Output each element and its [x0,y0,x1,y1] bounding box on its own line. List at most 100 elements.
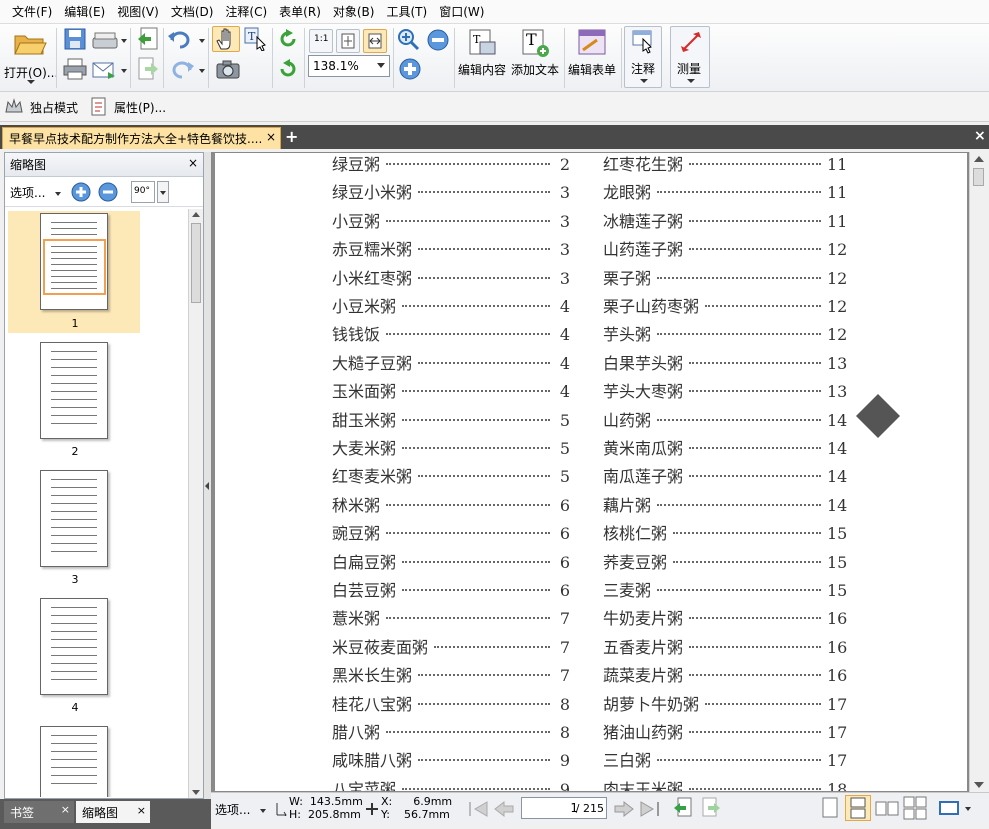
next-page-icon[interactable] [613,799,635,819]
actual-size-button[interactable]: 1:1 [309,29,333,53]
toc-entry: 白扁豆粥 6 [332,549,570,572]
bookmarks-tab[interactable]: 书签 × [4,801,74,823]
rotate-counterclockwise-icon[interactable] [276,57,300,81]
thumbnail-page[interactable] [40,470,108,567]
enlarge-thumbnail-icon[interactable] [71,182,91,202]
menu-tools[interactable]: 工具(T) [380,1,433,22]
snapshot-icon[interactable] [216,59,240,79]
scroll-up-icon[interactable] [974,156,984,162]
open-button[interactable]: 打开(O)... [4,28,58,86]
toc-entry-page: 12 [827,240,848,260]
screen-view-icon[interactable] [939,800,961,818]
zoom-out-icon[interactable] [427,29,449,51]
select-text-icon[interactable]: T [244,27,268,51]
chevron-down-icon[interactable] [199,69,205,73]
add-text-button[interactable]: T 添加文本 [509,26,561,86]
menu-view[interactable]: 视图(V) [111,1,165,22]
chevron-down-icon[interactable] [121,69,127,73]
properties-icon [91,97,106,116]
edit-form-button[interactable]: 编辑表单 [566,26,620,86]
import-icon[interactable] [137,27,159,51]
menu-file[interactable]: 文件(F) [6,1,58,22]
new-tab-icon[interactable]: + [285,127,298,146]
menu-window[interactable]: 窗口(W) [433,1,490,22]
document-scrollbar[interactable] [969,152,987,792]
save-icon[interactable] [64,28,86,50]
scanner-icon[interactable] [92,30,118,50]
viewport-indicator[interactable] [43,239,106,295]
annotate-button[interactable]: 注释 [624,26,662,88]
toc-entry-page: 14 [827,439,848,458]
continuous-facing-view-icon[interactable] [903,796,927,820]
toc-entry-page: 5 [559,467,570,487]
toc-entry-title: 芋头粥 [603,325,652,345]
close-tab-icon[interactable]: × [61,803,70,816]
thumbnail-page[interactable] [40,598,108,695]
fit-width-button[interactable] [363,29,387,53]
menu-comment[interactable]: 注释(C) [219,1,273,22]
menu-document[interactable]: 文档(D) [165,1,220,22]
menu-object[interactable]: 对象(B) [327,1,381,22]
hand-tool-icon[interactable] [215,27,237,51]
previous-page-icon[interactable] [493,799,515,819]
properties-button[interactable]: 属性(P)... [90,96,166,118]
close-panel-icon[interactable]: × [188,156,198,170]
edit-content-button[interactable]: T 编辑内容 [457,26,509,86]
toc-entry-title: 山药粥 [603,410,652,430]
zoom-in-magnifier-icon[interactable] [397,28,421,52]
scroll-thumb[interactable] [191,223,201,303]
thumbnail-scrollbar[interactable] [188,209,203,798]
go-back-icon[interactable] [673,797,693,819]
page-number-field[interactable]: 1 / 215 [521,797,607,819]
thumbnails-tab[interactable]: 缩略图 × [76,801,150,823]
close-all-tabs-icon[interactable]: × [974,128,986,144]
export-icon[interactable] [137,57,159,81]
scroll-down-icon[interactable] [974,782,984,788]
last-page-icon[interactable] [639,799,661,819]
print-icon[interactable] [63,58,87,80]
close-tab-icon[interactable]: × [266,130,276,144]
thumbnail-page[interactable] [40,342,108,439]
menu-form[interactable]: 表单(R) [273,1,327,22]
toc-leader-dots [689,248,821,251]
menu-edit[interactable]: 编辑(E) [58,1,111,22]
measure-button[interactable]: 测量 [670,26,710,88]
rotate-dropdown[interactable] [157,181,169,203]
redo-icon[interactable] [168,60,194,80]
continuous-view-button[interactable] [845,795,871,821]
facing-view-icon[interactable] [875,797,899,819]
chevron-down-icon[interactable] [199,39,205,43]
rotate-clockwise-icon[interactable] [276,27,300,51]
panel-splitter[interactable] [204,152,211,799]
toc-entry: 甜玉米粥 5 [332,407,570,430]
go-forward-icon[interactable] [701,797,721,819]
chevron-down-icon[interactable] [965,807,971,811]
zoom-select[interactable]: 138.1% [308,55,390,77]
thumbnail-options-button[interactable]: 选项... [10,184,62,201]
email-icon[interactable] [92,60,116,80]
exclusive-mode-button[interactable]: 独占模式 [4,96,78,118]
toc-entry-title: 腊八粥 [332,723,381,742]
page-width: W: 143.5mm [289,795,363,808]
chevron-down-icon[interactable] [121,39,127,43]
shrink-thumbnail-icon[interactable] [98,182,118,202]
scroll-down-icon[interactable] [192,790,200,795]
undo-icon[interactable] [168,30,194,50]
collapse-panel-icon[interactable] [205,482,209,490]
close-tab-icon[interactable]: × [137,804,146,817]
thumbnail-page[interactable] [40,213,108,310]
thumbnail-page[interactable] [40,726,108,797]
scroll-thumb[interactable] [973,168,984,186]
fit-page-button[interactable] [336,29,360,53]
scroll-up-icon[interactable] [192,212,200,217]
exclusive-mode-label: 独占模式 [30,100,79,115]
pdf-page[interactable]: 绿豆粥 2 绿豆小米粥 3 小豆粥 3 赤豆糯米粥 3 小米红枣粥 3 小豆米粥 4 钱钱饭 4 大糙子豆粥… [215,153,967,791]
status-options-label: 选项... [215,803,251,817]
status-options-button[interactable]: 选项... [215,801,267,818]
zoom-in-icon[interactable] [399,58,421,80]
document-tab[interactable]: 早餐早点技术配方制作方法大全+特色餐饮技.... × [2,127,281,149]
single-page-view-icon[interactable] [821,797,839,819]
rotate-thumbnail-button[interactable]: 90° [131,181,155,203]
first-page-icon[interactable] [467,799,489,819]
toc-entry-page: 17 [827,723,848,742]
